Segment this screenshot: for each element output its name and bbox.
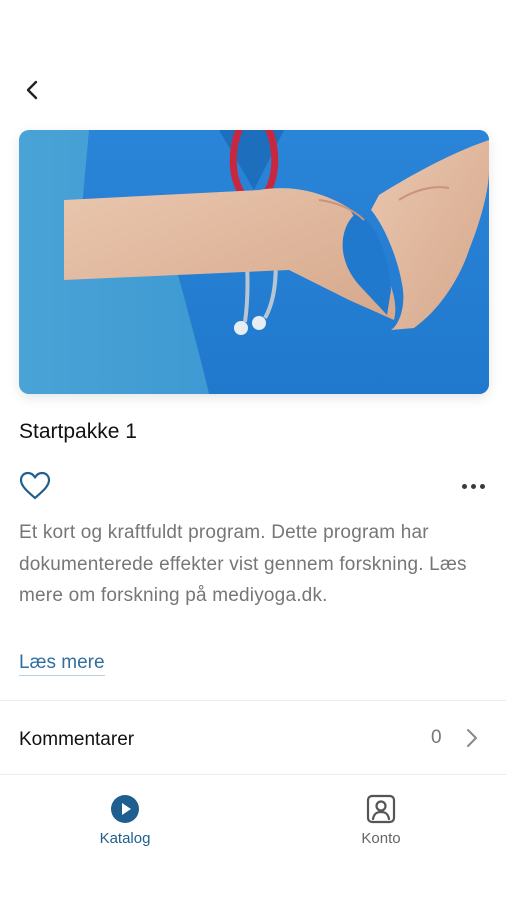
heart-icon bbox=[19, 471, 51, 500]
divider bbox=[0, 774, 506, 775]
tab-katalog[interactable]: Katalog bbox=[65, 794, 185, 847]
tab-label: Konto bbox=[361, 830, 401, 847]
chevron-right-icon bbox=[467, 729, 477, 747]
tab-konto[interactable]: Konto bbox=[321, 794, 441, 847]
comments-row[interactable]: Kommentarer 0 bbox=[0, 702, 506, 774]
tab-label: Katalog bbox=[99, 830, 151, 847]
more-options-button[interactable] bbox=[456, 476, 490, 496]
comments-count: 0 bbox=[431, 727, 442, 748]
program-title: Startpakke 1 bbox=[19, 420, 137, 443]
more-dots-icon bbox=[461, 483, 467, 489]
bottom-tab-bar: Katalog Konto bbox=[0, 776, 506, 900]
read-more-link[interactable]: Læs mere bbox=[19, 652, 105, 676]
program-description: Et kort og kraftfuldt program. Dette pro… bbox=[19, 522, 467, 606]
back-button[interactable] bbox=[16, 74, 48, 106]
divider bbox=[0, 700, 506, 701]
chevron-left-icon bbox=[26, 80, 38, 100]
comments-label: Kommentarer bbox=[19, 729, 135, 750]
play-circle-icon bbox=[111, 795, 139, 823]
favorite-button[interactable] bbox=[17, 469, 53, 503]
user-account-icon bbox=[366, 794, 396, 824]
program-hero-image bbox=[19, 130, 489, 394]
